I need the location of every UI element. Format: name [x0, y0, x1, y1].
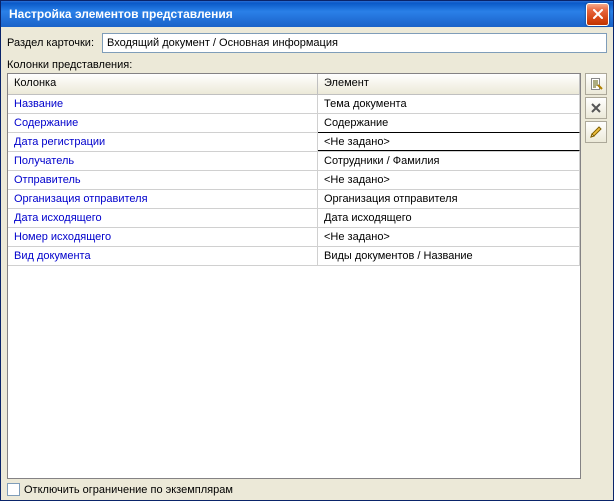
- delete-button[interactable]: [585, 97, 607, 119]
- table-row[interactable]: Дата исходящегоДата исходящего: [8, 209, 580, 228]
- cell-column: Содержание: [8, 114, 318, 132]
- properties-button[interactable]: [585, 121, 607, 143]
- cell-column: Номер исходящего: [8, 228, 318, 246]
- cell-column: Дата регистрации: [8, 133, 318, 151]
- cell-element: Тема документа: [318, 95, 580, 113]
- cell-column: Название: [8, 95, 318, 113]
- table-row[interactable]: НазваниеТема документа: [8, 95, 580, 114]
- table-row[interactable]: Дата регистрации<Не задано>: [8, 133, 580, 152]
- cell-element: Дата исходящего: [318, 209, 580, 227]
- header-element[interactable]: Элемент: [318, 74, 580, 94]
- disable-limit-checkbox[interactable]: [7, 483, 20, 496]
- titlebar: Настройка элементов представления: [1, 1, 613, 27]
- cell-column: Получатель: [8, 152, 318, 170]
- columns-table[interactable]: Колонка Элемент НазваниеТема документаСо…: [7, 73, 581, 479]
- pencil-icon: [589, 125, 603, 139]
- cell-element: <Не задано>: [318, 132, 580, 151]
- columns-label: Колонки представления:: [7, 59, 607, 71]
- dialog-window: Настройка элементов представления Раздел…: [0, 0, 614, 501]
- cell-column: Дата исходящего: [8, 209, 318, 227]
- table-row[interactable]: СодержаниеСодержание: [8, 114, 580, 133]
- cell-element: Содержание: [318, 114, 580, 132]
- footer: Отключить ограничение по экземплярам: [7, 479, 607, 496]
- table-body: НазваниеТема документаСодержаниеСодержан…: [8, 95, 580, 478]
- content-area: Раздел карточки: Входящий документ / Осн…: [1, 27, 613, 500]
- delete-icon: [590, 102, 602, 114]
- cell-element: Организация отправителя: [318, 190, 580, 208]
- table-row[interactable]: Организация отправителяОрганизация отпра…: [8, 190, 580, 209]
- side-toolbar: [585, 73, 607, 479]
- table-row[interactable]: ПолучательСотрудники / Фамилия: [8, 152, 580, 171]
- window-title: Настройка элементов представления: [9, 7, 586, 21]
- section-row: Раздел карточки: Входящий документ / Осн…: [7, 33, 607, 53]
- cell-column: Организация отправителя: [8, 190, 318, 208]
- disable-limit-label: Отключить ограничение по экземплярам: [24, 484, 233, 496]
- table-row[interactable]: Вид документаВиды документов / Название: [8, 247, 580, 266]
- main-area: Колонка Элемент НазваниеТема документаСо…: [7, 73, 607, 479]
- cell-column: Вид документа: [8, 247, 318, 265]
- document-icon: [589, 77, 603, 91]
- section-value: Входящий документ / Основная информация: [107, 37, 338, 49]
- cell-element: Виды документов / Название: [318, 247, 580, 265]
- section-label: Раздел карточки:: [7, 37, 94, 49]
- cell-element: Сотрудники / Фамилия: [318, 152, 580, 170]
- cell-element: <Не задано>: [318, 228, 580, 246]
- edit-button[interactable]: [585, 73, 607, 95]
- table-row[interactable]: Номер исходящего<Не задано>: [8, 228, 580, 247]
- close-button[interactable]: [586, 3, 609, 26]
- table-row[interactable]: Отправитель<Не задано>: [8, 171, 580, 190]
- cell-element: <Не задано>: [318, 171, 580, 189]
- header-column[interactable]: Колонка: [8, 74, 318, 94]
- cell-column: Отправитель: [8, 171, 318, 189]
- close-icon: [592, 9, 604, 19]
- table-header: Колонка Элемент: [8, 74, 580, 95]
- section-input[interactable]: Входящий документ / Основная информация: [102, 33, 607, 53]
